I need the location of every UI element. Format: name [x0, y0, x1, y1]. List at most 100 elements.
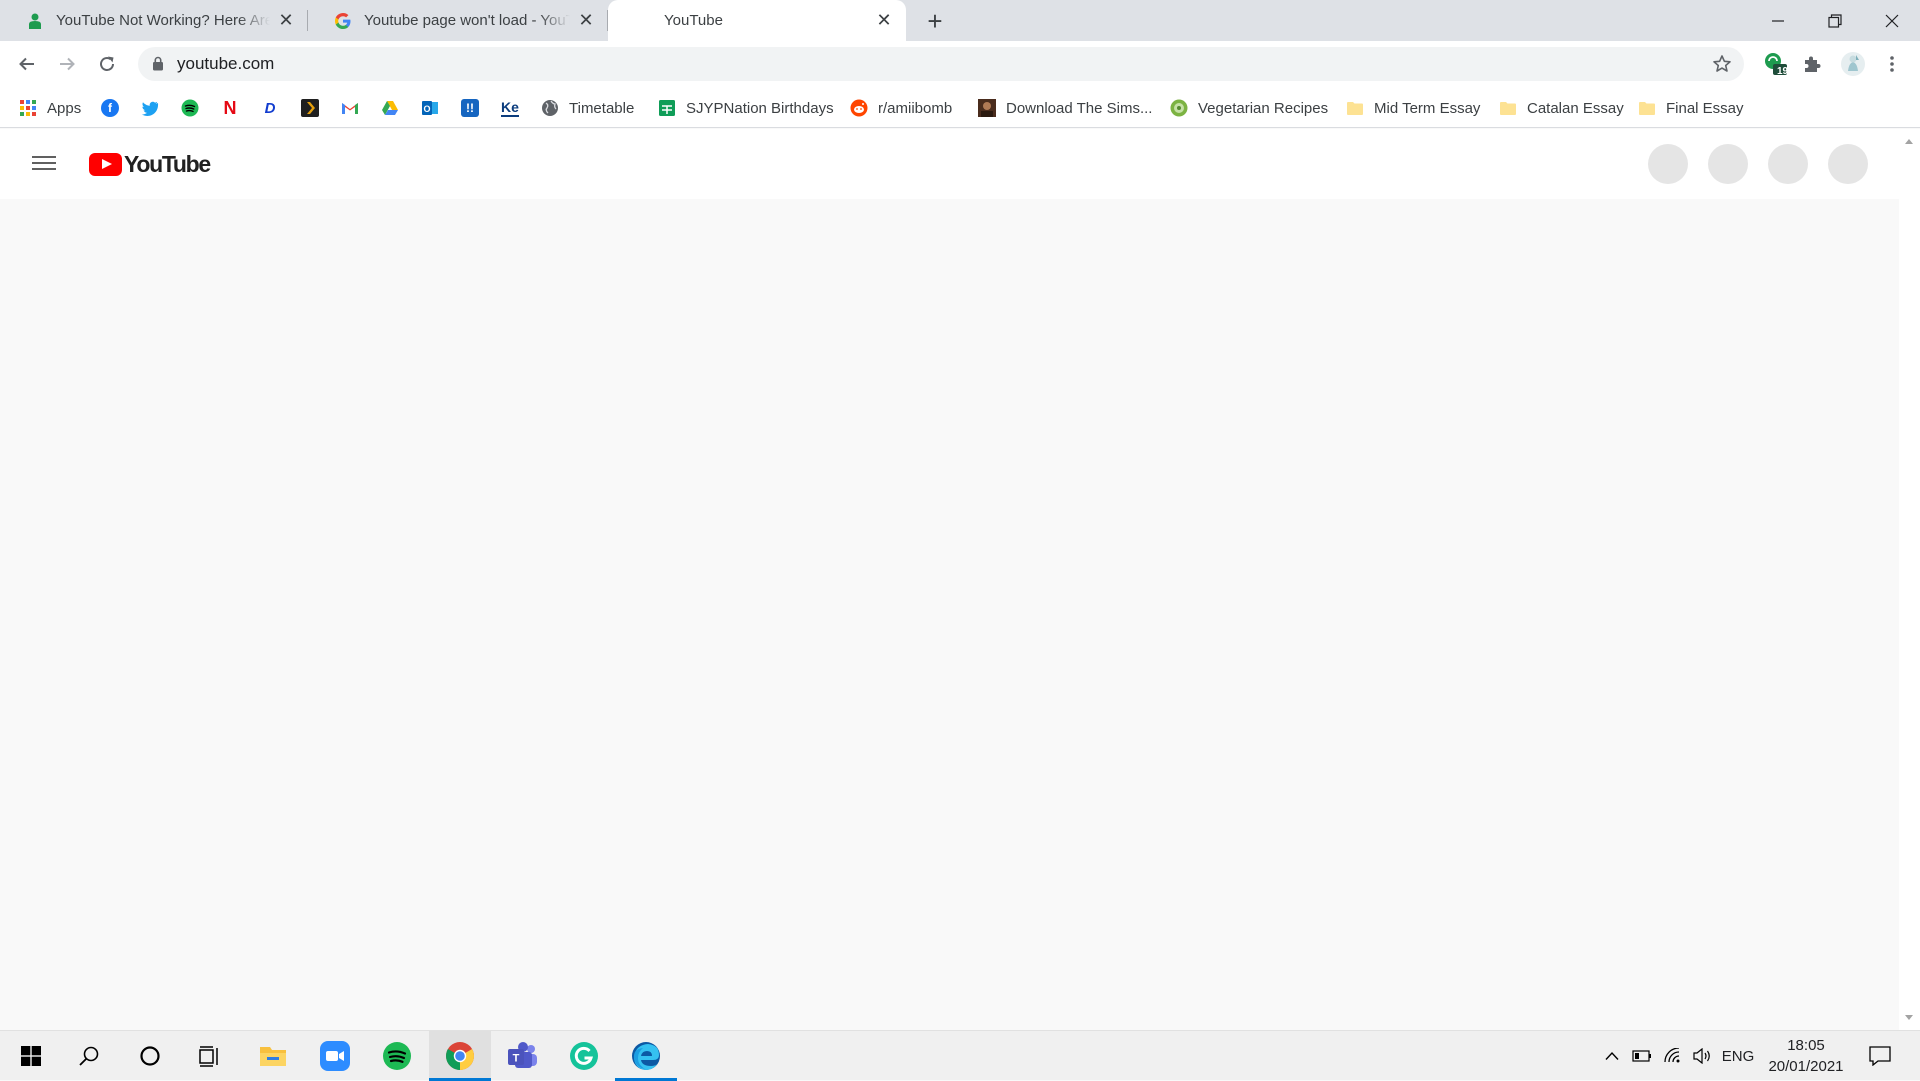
bookmark-vegetarian-recipes[interactable]: Vegetarian Recipes	[1170, 96, 1328, 120]
taskbar-spotify[interactable]	[366, 1031, 428, 1081]
tray-battery[interactable]	[1627, 1031, 1657, 1081]
extension-with-badge[interactable]: 19	[1760, 49, 1790, 79]
bookmark-facebook[interactable]: f	[101, 96, 119, 120]
bookmark-folder-final-essay[interactable]: Final Essay	[1638, 96, 1744, 120]
bookmarks-bar: Apps f N D O !! Ke Timetable SJYPNation …	[0, 88, 1920, 128]
scroll-up-arrow-icon[interactable]	[1905, 139, 1913, 144]
taskbar-file-explorer[interactable]	[242, 1031, 304, 1081]
outlook-icon: O	[422, 101, 438, 115]
menu-button[interactable]	[1877, 49, 1907, 79]
new-tab-button[interactable]: +	[922, 6, 948, 36]
bookmark-plex[interactable]	[301, 96, 319, 120]
close-window-button[interactable]	[1863, 0, 1920, 41]
bookmark-r-amiibomb[interactable]: r/amiibomb	[850, 96, 952, 120]
search-button[interactable]	[58, 1031, 120, 1081]
lock-icon[interactable]	[152, 56, 164, 71]
folder-icon	[1639, 102, 1655, 115]
taskbar-teams[interactable]: T	[491, 1031, 553, 1081]
spotify-icon	[181, 99, 199, 117]
close-tab-icon[interactable]: ✕	[576, 10, 596, 31]
grammarly-icon	[570, 1042, 598, 1070]
zoom-icon	[320, 1041, 350, 1071]
taskbar-zoom[interactable]	[304, 1031, 366, 1081]
action-center-button[interactable]	[1860, 1031, 1900, 1081]
notification-icon	[1869, 1046, 1891, 1066]
forward-button[interactable]	[50, 47, 84, 81]
taskbar-clock[interactable]: 18:05 20/01/2021	[1760, 1035, 1852, 1077]
back-button[interactable]	[10, 47, 44, 81]
bookmark-ticket-app[interactable]: !!	[461, 96, 479, 120]
reddit-icon	[850, 99, 868, 117]
bookmark-label: Vegetarian Recipes	[1198, 99, 1329, 117]
page-scrollbar[interactable]	[1899, 129, 1920, 1030]
gmail-icon	[342, 103, 358, 114]
globe-icon	[542, 100, 558, 116]
sheets-icon	[659, 100, 675, 116]
address-bar[interactable]: youtube.com	[138, 47, 1744, 81]
youtube-play-icon	[89, 152, 122, 176]
reload-button[interactable]	[90, 47, 124, 81]
taskbar-chrome[interactable]	[429, 1031, 491, 1081]
bookmark-disney-plus[interactable]: D	[261, 96, 279, 120]
bookmark-download-the-sims[interactable]: Download The Sims...	[978, 96, 1152, 120]
url-text[interactable]: youtube.com	[177, 54, 274, 74]
bookmark-apps[interactable]: Apps	[19, 96, 81, 120]
tray-overflow-button[interactable]	[1597, 1031, 1627, 1081]
scroll-down-arrow-icon[interactable]	[1905, 1015, 1913, 1020]
taskbar-edge[interactable]	[615, 1031, 677, 1081]
tab-strip: YouTube Not Working? Here Are ✕ Youtube …	[0, 0, 1920, 41]
task-view-button[interactable]	[179, 1031, 241, 1081]
youtube-logo[interactable]: YouTube	[89, 151, 211, 177]
bookmark-label: SJYPNation Birthdays	[686, 99, 834, 117]
taskbar-grammarly[interactable]	[553, 1031, 615, 1081]
bookmark-outlook[interactable]: O	[421, 96, 439, 120]
cortana-button[interactable]	[119, 1031, 181, 1081]
bookmark-label: Apps	[47, 99, 82, 117]
extensions-button[interactable]	[1797, 49, 1827, 79]
bookmark-folder-mid-term-essay[interactable]: Mid Term Essay	[1346, 96, 1480, 120]
minimize-button[interactable]	[1749, 0, 1806, 41]
close-tab-icon[interactable]: ✕	[276, 10, 296, 31]
bookmark-sjypnation-birthdays[interactable]: SJYPNation Birthdays	[658, 96, 834, 120]
tray-network[interactable]	[1658, 1031, 1688, 1081]
youtube-masthead: YouTube	[0, 129, 1899, 199]
extension-badge-count: 19	[1777, 66, 1789, 77]
bookmark-star-icon[interactable]	[1712, 54, 1732, 74]
bookmark-ke[interactable]: Ke	[501, 96, 519, 120]
plex-icon	[301, 99, 319, 117]
svg-text:O: O	[423, 104, 430, 114]
bookmark-gmail[interactable]	[341, 96, 359, 120]
profile-button[interactable]	[1838, 49, 1868, 79]
windows-logo-icon	[21, 1046, 41, 1066]
folder-icon	[1500, 102, 1516, 115]
google-g-icon	[334, 12, 352, 30]
bookmark-label: Catalan Essay	[1527, 99, 1624, 117]
bookmark-label: Timetable	[569, 99, 635, 117]
tray-volume[interactable]	[1688, 1031, 1718, 1081]
blank-favicon	[634, 12, 652, 30]
profile-avatar-icon	[1841, 52, 1865, 76]
speaker-icon	[1693, 1048, 1710, 1064]
windows-taskbar: T ENG 18:05 20/01/2021	[0, 1030, 1920, 1081]
tray-language[interactable]: ENG	[1720, 1031, 1756, 1081]
bookmark-label: Mid Term Essay	[1374, 99, 1481, 117]
restore-icon	[1827, 13, 1842, 28]
ticket-app-icon: !!	[461, 99, 479, 117]
restore-button[interactable]	[1806, 0, 1863, 41]
bookmark-twitter[interactable]	[141, 96, 159, 120]
tab-youtube[interactable]: YouTube ✕	[608, 0, 906, 41]
reload-icon	[100, 56, 114, 71]
hamburger-menu-icon[interactable]	[30, 152, 58, 176]
bookmark-folder-catalan-essay[interactable]: Catalan Essay	[1499, 96, 1624, 120]
tab-youtube-not-working[interactable]: YouTube Not Working? Here Are ✕	[0, 0, 308, 41]
bookmark-netflix[interactable]: N	[221, 96, 239, 120]
start-button[interactable]	[0, 1031, 62, 1081]
chevron-up-icon	[1605, 1051, 1619, 1060]
bookmark-spotify[interactable]	[181, 96, 199, 120]
folder-icon	[1347, 102, 1363, 115]
bookmark-google-drive[interactable]	[381, 96, 399, 120]
site-thumbnail-icon	[978, 99, 996, 117]
bookmark-timetable[interactable]: Timetable	[541, 96, 634, 120]
close-tab-icon[interactable]: ✕	[874, 10, 894, 31]
tab-youtube-page-wont-load[interactable]: Youtube page won't load - YouTu ✕	[308, 0, 608, 41]
